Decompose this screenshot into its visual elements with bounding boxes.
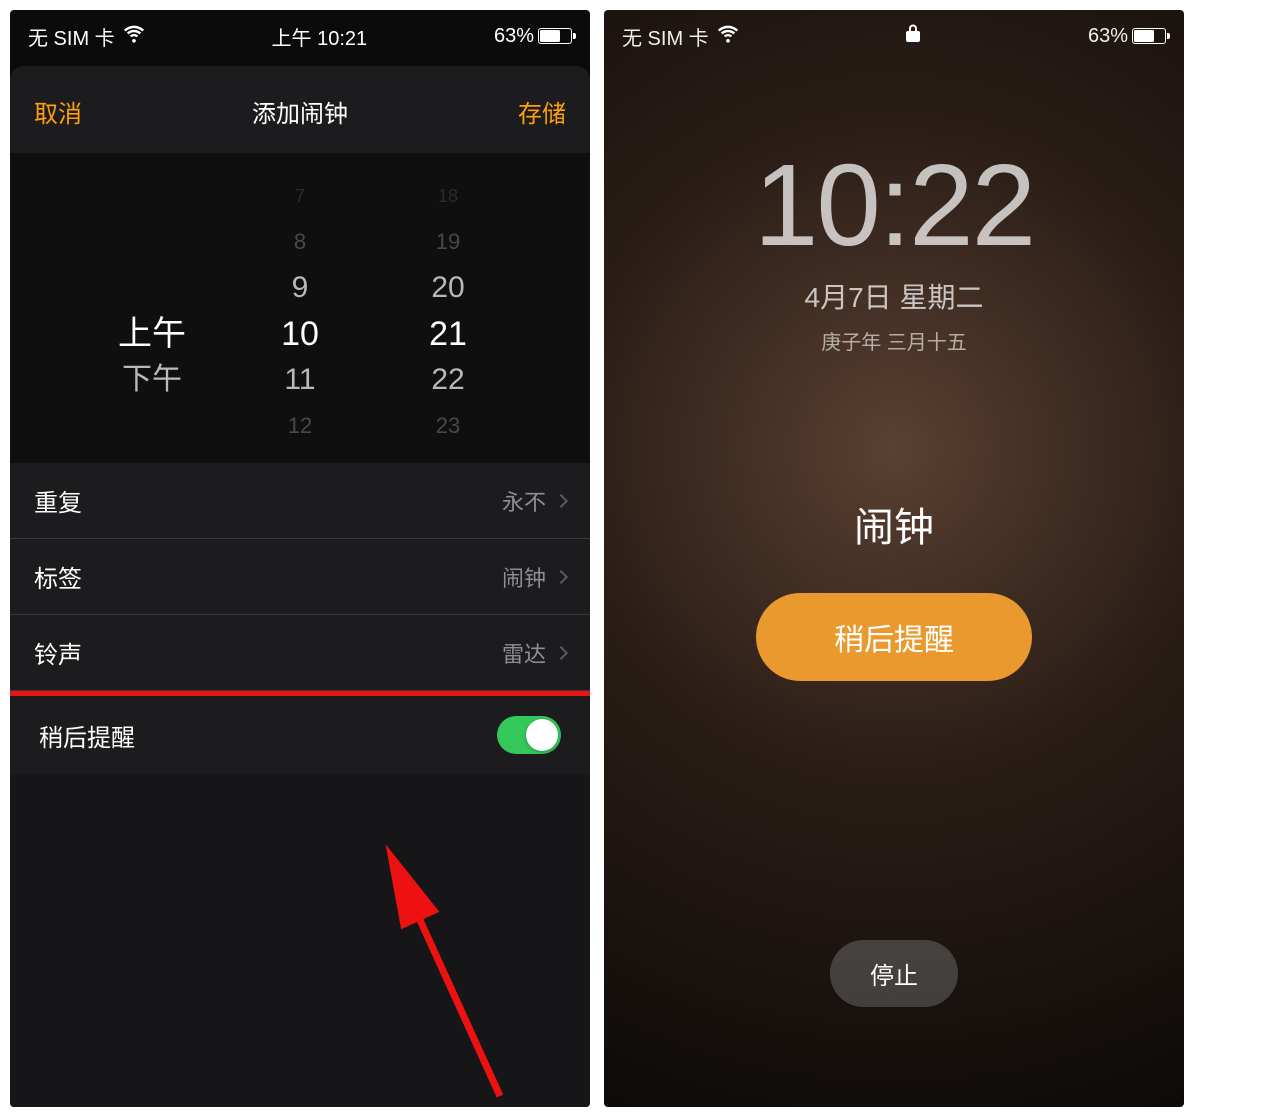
wifi-icon <box>717 22 739 50</box>
time-picker[interactable]: 上午 下午 7 8 9 10 11 12 1 18 <box>10 153 590 463</box>
status-time: 上午 10:21 <box>272 22 368 51</box>
status-bar: 无 SIM 卡 上午 10:21 63% <box>10 10 590 58</box>
phone-left: 无 SIM 卡 上午 10:21 63% 取消 添加闹钟 存储 <box>10 10 590 1107</box>
cell-value: 雷达 <box>502 637 546 669</box>
battery-icon <box>1132 28 1166 44</box>
wifi-icon <box>123 22 145 50</box>
carrier-text: 无 SIM 卡 <box>28 22 115 51</box>
cell-snooze[interactable]: 稍后提醒 <box>10 691 590 774</box>
snooze-toggle[interactable] <box>497 716 561 754</box>
save-button[interactable]: 存储 <box>518 94 566 129</box>
cell-repeat[interactable]: 重复 永不 <box>10 463 590 539</box>
picker-col-minute[interactable]: 18 19 20 21 22 23 24 <box>408 173 488 463</box>
picker-ampm-next: 下午 <box>122 357 182 403</box>
snooze-button[interactable]: 稍后提醒 <box>756 593 1032 681</box>
cell-label: 标签 <box>34 559 82 594</box>
cell-label: 铃声 <box>34 635 82 670</box>
status-bar: 无 SIM 卡 63% <box>604 10 1184 58</box>
cancel-button[interactable]: 取消 <box>34 94 82 129</box>
carrier-text: 无 SIM 卡 <box>622 22 709 51</box>
lock-time: 10:22 <box>754 138 1034 272</box>
cell-tag[interactable]: 标签 闹钟 <box>10 539 590 615</box>
picker-col-ampm[interactable]: 上午 下午 <box>112 173 192 463</box>
cell-label: 稍后提醒 <box>39 718 135 753</box>
battery-icon <box>538 28 572 44</box>
picker-ampm-selected: 上午 <box>118 311 186 357</box>
picker-minute-selected: 21 <box>429 311 467 357</box>
alarm-title: 闹钟 <box>854 495 934 553</box>
battery-percent: 63% <box>1088 25 1128 48</box>
battery-percent: 63% <box>494 25 534 48</box>
lock-icon <box>905 23 921 49</box>
cell-value: 闹钟 <box>502 561 546 593</box>
lock-date: 4月7日 星期二 <box>805 276 984 316</box>
add-alarm-sheet: 取消 添加闹钟 存储 上午 下午 7 8 <box>10 66 590 1107</box>
picker-col-hour[interactable]: 7 8 9 10 11 12 1 <box>260 173 340 463</box>
picker-hour-selected: 10 <box>281 311 319 357</box>
cell-sound[interactable]: 铃声 雷达 <box>10 615 590 691</box>
chevron-right-icon <box>554 493 568 507</box>
modal-title: 添加闹钟 <box>252 94 348 129</box>
lock-lunar-date: 庚子年 三月十五 <box>821 326 967 355</box>
chevron-right-icon <box>554 645 568 659</box>
phone-right: 无 SIM 卡 63% 10:22 4月7日 星期二 庚子年 三月十五 <box>604 10 1184 1107</box>
cell-value: 永不 <box>502 485 546 517</box>
cell-label: 重复 <box>34 483 82 518</box>
stop-button[interactable]: 停止 <box>830 940 958 1007</box>
annotation-arrow <box>340 836 540 1107</box>
chevron-right-icon <box>554 569 568 583</box>
